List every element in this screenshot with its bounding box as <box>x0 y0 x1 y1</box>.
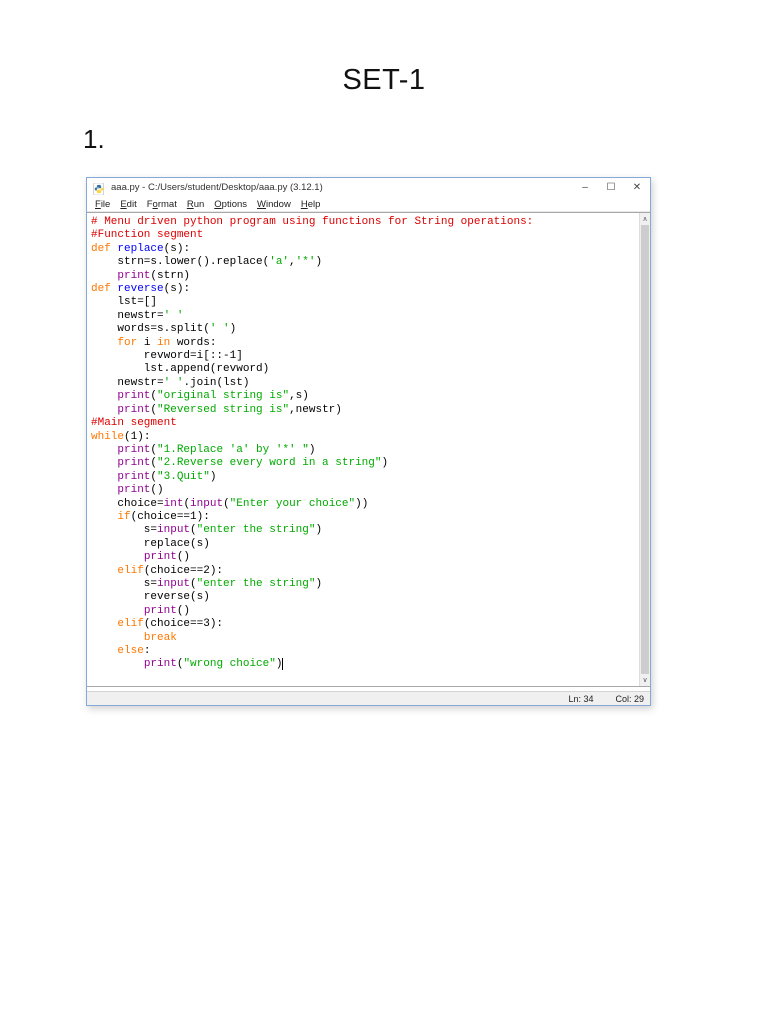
code-line: words=s.split(' ') <box>91 323 237 336</box>
status-col-indicator: Col: 29 <box>615 693 644 704</box>
editor-region: # Menu driven python program using funct… <box>87 212 650 687</box>
page-title: SET-1 <box>342 64 426 96</box>
code-line: print("1.Replace 'a' by '*' ") <box>117 443 316 456</box>
code-line: while(1): <box>91 430 151 443</box>
idle-editor-window: aaa.py - C:/Users/student/Desktop/aaa.py… <box>86 177 651 706</box>
code-line: #Main segment <box>91 417 177 430</box>
code-line: revword=i[::-1] <box>91 350 243 363</box>
title-bar[interactable]: aaa.py - C:/Users/student/Desktop/aaa.py… <box>87 178 650 197</box>
status-bar: Ln: 34 Col: 29 <box>87 691 650 705</box>
vertical-scrollbar[interactable]: ∧ ∨ <box>639 213 650 686</box>
status-line-indicator: Ln: 34 <box>568 693 594 704</box>
code-line: print("Reversed string is",newstr) <box>117 403 342 416</box>
window-title: aaa.py - C:/Users/student/Desktop/aaa.py… <box>111 182 323 193</box>
code-line: elif(choice==3): <box>117 618 224 631</box>
code-line: strn=s.lower().replace('a','*') <box>91 256 323 269</box>
code-line: print("wrong choice") <box>143 658 284 671</box>
code-line: replace(s) <box>91 537 210 550</box>
code-line: lst=[] <box>91 296 158 309</box>
code-line: print("original string is",s) <box>117 390 309 403</box>
menu-window[interactable]: Window <box>252 199 296 210</box>
code-line: s=input("enter the string") <box>91 524 323 537</box>
minimize-button[interactable]: – <box>572 178 598 197</box>
code-line: newstr=' '.join(lst) <box>91 376 250 389</box>
menu-run[interactable]: Run <box>182 199 209 210</box>
menu-help[interactable]: Help <box>296 199 326 210</box>
item-number: 1. <box>83 124 105 154</box>
menu-options[interactable]: Options <box>209 199 252 210</box>
scrollbar-thumb[interactable] <box>641 225 649 674</box>
code-line: break <box>143 631 177 644</box>
code-line: for i in words: <box>117 336 217 349</box>
menu-file[interactable]: File <box>90 199 115 210</box>
code-line: if(choice==1): <box>117 510 210 523</box>
code-line: lst.append(revword) <box>91 363 270 376</box>
menu-bar: File Edit Format Run Options Window Help <box>87 197 650 212</box>
close-button[interactable]: ✕ <box>624 178 650 197</box>
code-line: else: <box>117 645 151 657</box>
code-line: def reverse(s): <box>91 283 191 296</box>
menu-format[interactable]: Format <box>142 199 182 210</box>
code-area[interactable]: # Menu driven python program using funct… <box>87 213 639 686</box>
code-line: reverse(s) <box>91 591 210 604</box>
code-line: print("2.Reverse every word in a string"… <box>117 457 389 470</box>
code-line: elif(choice==2): <box>117 564 224 577</box>
code-line: print() <box>117 484 164 497</box>
code-line: newstr=' ' <box>91 309 184 322</box>
maximize-button[interactable]: ☐ <box>598 178 624 197</box>
code-line: #Function segment <box>91 229 204 242</box>
code-line: print() <box>143 604 191 617</box>
window-controls: – ☐ ✕ <box>572 178 650 197</box>
code-line: # Menu driven python program using funct… <box>91 216 534 228</box>
menu-edit[interactable]: Edit <box>115 199 141 210</box>
python-file-icon <box>93 182 105 195</box>
code-line: s=input("enter the string") <box>91 577 323 590</box>
code-line: choice=int(input("Enter your choice")) <box>91 497 369 510</box>
scrollbar-up-button[interactable]: ∧ <box>640 213 650 225</box>
code-line: print("3.Quit") <box>117 470 217 483</box>
scrollbar-down-button[interactable]: ∨ <box>640 674 650 686</box>
code-line: print(strn) <box>117 269 191 282</box>
text-cursor <box>282 658 284 671</box>
scrollbar-track[interactable] <box>640 225 650 674</box>
code-line: print() <box>143 551 191 564</box>
code-line: def replace(s): <box>91 242 191 255</box>
